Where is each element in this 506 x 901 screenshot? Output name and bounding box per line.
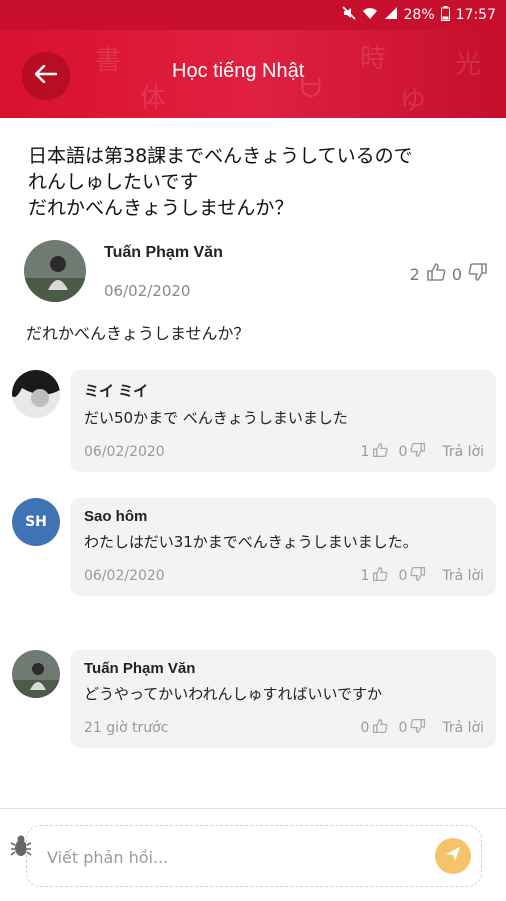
author-name[interactable]: Tuấn Phạm Văn	[104, 244, 223, 262]
avatar[interactable]: SH	[12, 498, 60, 546]
background-pattern: 光	[455, 50, 482, 80]
comment-dislike[interactable]: 0	[398, 718, 426, 738]
comment-bubble: Sao hôm わたしはだい31かまでべんきょうしまいました。 06/02/20…	[70, 498, 496, 596]
post-author-row: Tuấn Phạm Văn 06/02/2020 2 0	[24, 240, 494, 304]
comment-date: 06/02/2020	[84, 568, 165, 584]
like-count: 0	[360, 720, 370, 736]
post-date: 06/02/2020	[104, 282, 191, 300]
comment-bubble: Tuấn Phạm Văn どうやってかいわれんしゅすればいいですか 21 gi…	[70, 650, 496, 748]
post-question: 日本語は第38課までべんきょうしているので れんしゅしたいです だれかべんきょう…	[28, 143, 488, 221]
send-button[interactable]	[435, 838, 471, 874]
thumbs-down-icon[interactable]	[410, 566, 426, 586]
background-pattern: 体	[140, 84, 167, 114]
comment-author[interactable]: ミイ ミイ	[84, 380, 484, 401]
question-line: れんしゅしたいです	[28, 171, 199, 193]
dislike-count: 0	[451, 264, 462, 284]
comment-meta: 06/02/2020 1 0 Trả lời	[84, 442, 484, 462]
reply-button[interactable]: Trả lời	[442, 444, 484, 460]
background-pattern: 時	[360, 44, 387, 74]
comment-text: どうやってかいわれんしゅすればいいですか	[84, 685, 383, 703]
like-count: 1	[360, 444, 370, 460]
comment-bubble: ミイ ミイ だい50かまで べんきょうしまいました 06/02/2020 1 0…	[70, 370, 496, 472]
post-body: だれかべんきょうしませんか？	[26, 324, 250, 343]
app-bar: 書 体 ᗨ 時 ゆ 光 Học tiếng Nhật	[0, 30, 506, 118]
like-count: 1	[360, 568, 370, 584]
clock: 17:57	[455, 7, 496, 23]
reply-button[interactable]: Trả lời	[442, 568, 484, 584]
battery-level: 28%	[403, 7, 435, 23]
signal-icon	[384, 6, 398, 24]
comment-text: だい50かまで べんきょうしまいました	[84, 409, 348, 427]
battery-icon	[440, 5, 450, 25]
wifi-icon	[362, 6, 378, 24]
comment-date: 21 giờ trước	[84, 720, 169, 736]
page-title: Học tiếng Nhật	[172, 60, 305, 82]
comment-like[interactable]: 0	[361, 718, 389, 738]
dislike-count: 0	[398, 444, 408, 460]
reply-composer	[0, 808, 506, 901]
avatar[interactable]	[24, 240, 86, 302]
thumbs-up-icon[interactable]	[426, 262, 446, 286]
like-count: 2	[409, 264, 420, 284]
comment-dislike[interactable]: 0	[398, 566, 426, 586]
avatar[interactable]	[12, 370, 60, 418]
reply-button[interactable]: Trả lời	[442, 720, 484, 736]
dislike-count: 0	[398, 720, 408, 736]
reply-input-box	[26, 825, 482, 887]
comment-author[interactable]: Tuấn Phạm Văn	[84, 660, 484, 677]
comment-author[interactable]: Sao hôm	[84, 508, 484, 525]
thumbs-up-icon[interactable]	[372, 442, 388, 462]
thumbs-up-icon[interactable]	[372, 718, 388, 738]
thumbs-down-icon[interactable]	[410, 718, 426, 738]
thumbs-down-icon[interactable]	[468, 262, 488, 286]
background-pattern: 書	[95, 46, 122, 76]
arrow-left-icon	[34, 64, 58, 87]
background-pattern: ゆ	[400, 86, 427, 116]
thumbs-down-icon[interactable]	[410, 442, 426, 462]
comment-like[interactable]: 1	[361, 566, 389, 586]
avatar[interactable]	[12, 650, 60, 698]
comment-meta: 06/02/2020 1 0 Trả lời	[84, 566, 484, 586]
question-line: だれかべんきょうしませんか？	[28, 197, 294, 219]
comment-meta: 21 giờ trước 0 0 Trả lời	[84, 718, 484, 738]
post-votes: 2 0	[410, 262, 488, 286]
comment-dislike[interactable]: 0	[398, 442, 426, 462]
comment-like[interactable]: 1	[361, 442, 389, 462]
comment-text: わたしはだい31かまでべんきょうしまいました。	[84, 533, 418, 551]
send-icon	[445, 846, 461, 866]
comment-date: 06/02/2020	[84, 444, 165, 460]
status-bar: 28% 17:57	[0, 0, 506, 30]
question-line: 日本語は第38課までべんきょうしているので	[28, 145, 413, 167]
reply-input[interactable]	[45, 840, 409, 874]
thumbs-up-icon[interactable]	[372, 566, 388, 586]
back-button[interactable]	[22, 52, 70, 100]
mute-icon	[341, 6, 356, 24]
dislike-count: 0	[398, 568, 408, 584]
